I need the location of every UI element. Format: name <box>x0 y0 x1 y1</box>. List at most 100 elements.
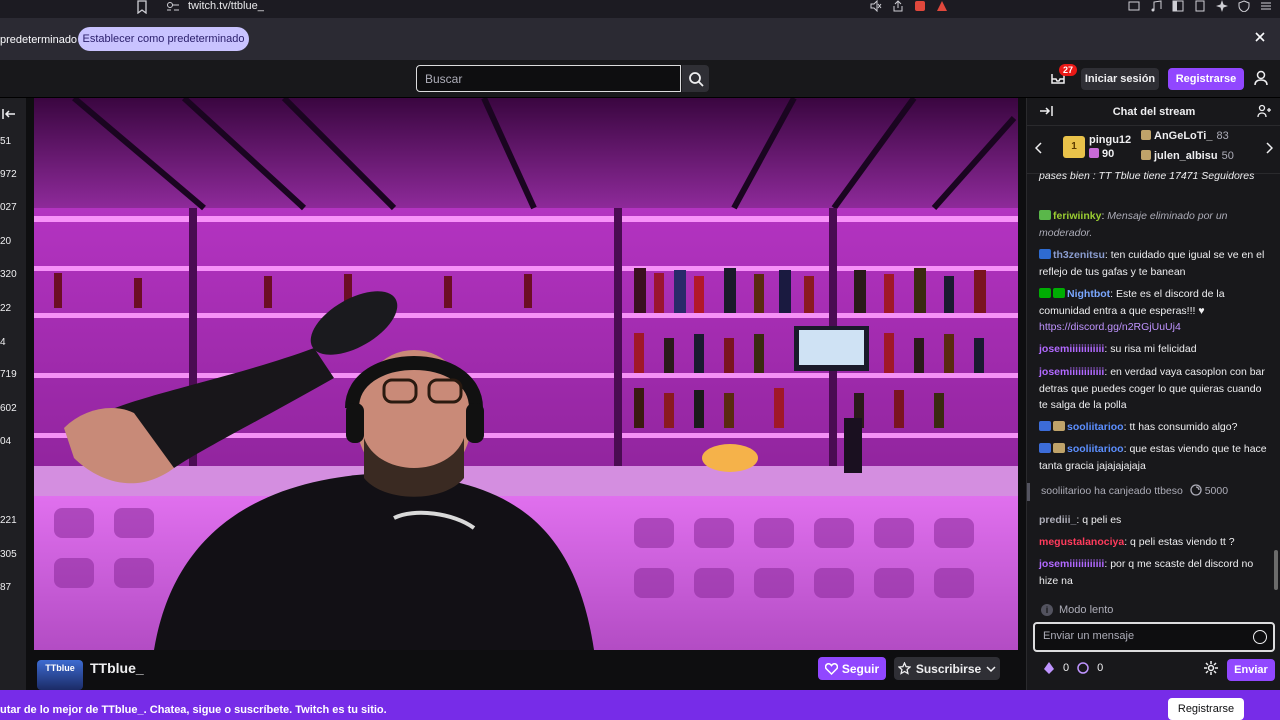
signup-button[interactable]: Registrarse <box>1168 68 1244 90</box>
message-text: pases bien : TT Tblue tiene 17471 Seguid… <box>1039 170 1255 182</box>
leaderboard-user: AnGeLoTi_ <box>1154 130 1213 142</box>
moderator-icon <box>1039 288 1051 298</box>
community-icon[interactable] <box>1257 104 1271 121</box>
chat-message: pases bien : TT Tblue tiene 17471 Seguid… <box>1039 168 1271 185</box>
badge-icon <box>1141 130 1151 140</box>
chat-message: Nightbot: Este es el discord de la comun… <box>1039 288 1225 333</box>
search-button[interactable] <box>682 65 709 92</box>
site-info-icon[interactable] <box>166 1 180 16</box>
send-button[interactable]: Enviar <box>1227 659 1275 681</box>
music-icon[interactable] <box>1150 0 1162 15</box>
side-nav-viewer-count: 87 <box>0 582 12 593</box>
message-text: su risa mi felicidad <box>1110 343 1197 355</box>
signup-banner: utar de lo mejor de TTblue_. Chatea, sig… <box>0 690 1280 720</box>
gift-small-icon <box>1053 443 1065 453</box>
channel-points-icon[interactable] <box>1077 662 1089 674</box>
badge-icon <box>1039 210 1051 220</box>
chat-header: Chat del stream <box>1027 98 1280 126</box>
gift-icon: 1 <box>1063 136 1085 158</box>
inbox-count-badge: 27 <box>1059 64 1078 76</box>
message-username[interactable]: sooliitarioo <box>1067 443 1124 455</box>
login-button[interactable]: Iniciar sesión <box>1081 68 1159 90</box>
leaderboard-entry[interactable]: AnGeLoTi_ 83 <box>1141 130 1229 142</box>
message-username[interactable]: prediii_ <box>1039 514 1076 526</box>
shield-icon[interactable] <box>1238 0 1250 15</box>
address-bar-actions <box>870 0 948 15</box>
message-username[interactable]: th3zenitsu <box>1053 249 1105 261</box>
message-link[interactable]: https://discord.gg/n2RGjUuUj4 <box>1039 321 1181 333</box>
message-text: tt has consumido algo? <box>1129 421 1238 433</box>
slow-mode-notice: i Modo lento <box>1041 604 1113 616</box>
leaderboard-user[interactable]: pingu12 <box>1089 134 1131 146</box>
mute-icon[interactable] <box>870 0 882 15</box>
emote-picker-icon[interactable] <box>1253 630 1267 644</box>
follow-label: Seguir <box>841 661 880 676</box>
redeem-points: 5000 <box>1204 485 1229 497</box>
banner-signup-button[interactable]: Registrarse <box>1168 698 1244 720</box>
channel-points-count: 0 <box>1097 662 1104 674</box>
bits-icon[interactable] <box>1043 662 1055 674</box>
side-nav: 51 972 027 20 320 22 4 719 602 04 221 30… <box>0 98 26 690</box>
side-nav-viewer-count: 602 <box>0 403 17 414</box>
top-navigation: Buscar 27 Iniciar sesión Registrarse <box>0 60 1280 98</box>
chevron-right-icon[interactable] <box>1265 142 1274 157</box>
search-input[interactable]: Buscar <box>416 65 681 92</box>
settings-gear-icon[interactable] <box>1203 660 1219 680</box>
follow-button[interactable]: Seguir <box>818 657 886 680</box>
gift-leaderboard: 1 pingu12 90 AnGeLoTi_ 83 julen_albisu 50 <box>1027 126 1280 174</box>
message-username[interactable]: sooliitarioo <box>1067 421 1124 433</box>
screenshot-icon[interactable] <box>1128 0 1140 15</box>
chat-scrollbar[interactable] <box>1274 550 1278 590</box>
message-username[interactable]: feriwiinky <box>1053 210 1101 222</box>
message-username[interactable]: josemiiiiiiiiiiii <box>1039 343 1104 355</box>
side-nav-viewer-count: 20 <box>0 236 12 247</box>
channel-name[interactable]: TTblue_ <box>90 660 144 676</box>
message-username[interactable]: josemiiiiiiiiiiii <box>1039 558 1104 570</box>
chat-message: sooliitarioo: que estas viendo que te ha… <box>1039 443 1267 472</box>
extension-red-icon[interactable] <box>914 0 926 15</box>
bits-count: 0 <box>1063 662 1070 674</box>
browser-extensions <box>1128 0 1272 15</box>
leaderboard-count: 90 <box>1089 148 1114 160</box>
stream-frame <box>34 98 1018 650</box>
slow-mode-label: Modo lento <box>1059 604 1114 616</box>
message-username[interactable]: Nightbot <box>1067 288 1110 300</box>
set-default-button[interactable]: Establecer como predeterminado <box>78 27 249 51</box>
extension-badge-icon[interactable] <box>936 0 948 15</box>
side-nav-viewer-count: 027 <box>0 202 17 213</box>
user-icon <box>1254 70 1268 86</box>
sidebar-toggle-icon[interactable] <box>1172 0 1184 15</box>
chat-input-placeholder: Enviar un mensaje <box>1043 630 1135 642</box>
chat-input[interactable]: Enviar un mensaje <box>1033 622 1275 652</box>
side-nav-viewer-count: 719 <box>0 369 17 380</box>
chat-panel: Chat del stream 1 pingu12 90 AnGeLoTi_ 83… <box>1026 98 1280 690</box>
channel-points-redemption: sooliitarioo ha canjeado ttbeso 5000 <box>1027 483 1257 501</box>
collapse-sidebar-icon[interactable] <box>2 108 16 123</box>
channel-avatar[interactable]: TTblue <box>37 660 83 690</box>
menu-icon[interactable] <box>1260 0 1272 15</box>
default-browser-notice: predeterminado Establecer como predeterm… <box>0 18 1280 60</box>
bookmark-icon[interactable] <box>136 0 150 15</box>
avatar-logo-text: TTblue <box>45 663 75 673</box>
side-nav-viewer-count: 4 <box>0 337 6 348</box>
reader-icon[interactable] <box>1194 0 1206 15</box>
chevron-left-icon[interactable] <box>1034 142 1043 157</box>
ai-sparkle-icon[interactable] <box>1216 0 1228 15</box>
redeem-text: sooliitarioo ha canjeado ttbeso <box>1041 485 1183 497</box>
leaderboard-entry[interactable]: julen_albisu 50 <box>1141 150 1234 162</box>
leaderboard-count: 50 <box>1221 150 1234 162</box>
user-menu-button[interactable] <box>1254 70 1272 88</box>
close-icon[interactable] <box>1254 30 1266 46</box>
side-nav-viewer-count: 320 <box>0 269 17 280</box>
message-username[interactable]: megustalanociya <box>1039 536 1124 548</box>
search-icon <box>688 71 704 87</box>
chat-messages: pases bien : TT Tblue tiene 17471 Seguid… <box>1027 170 1271 598</box>
message-text: q peli estas viendo tt ? <box>1130 536 1235 548</box>
share-icon[interactable] <box>892 0 904 15</box>
video-player[interactable] <box>34 98 1018 650</box>
chevron-down-icon <box>986 665 996 672</box>
badge-icon <box>1039 249 1051 259</box>
message-username[interactable]: josemiiiiiiiiiiii <box>1039 366 1104 378</box>
subscribe-button[interactable]: Suscribirse <box>894 657 1000 680</box>
url-text[interactable]: twitch.tv/ttblue_ <box>188 0 264 12</box>
